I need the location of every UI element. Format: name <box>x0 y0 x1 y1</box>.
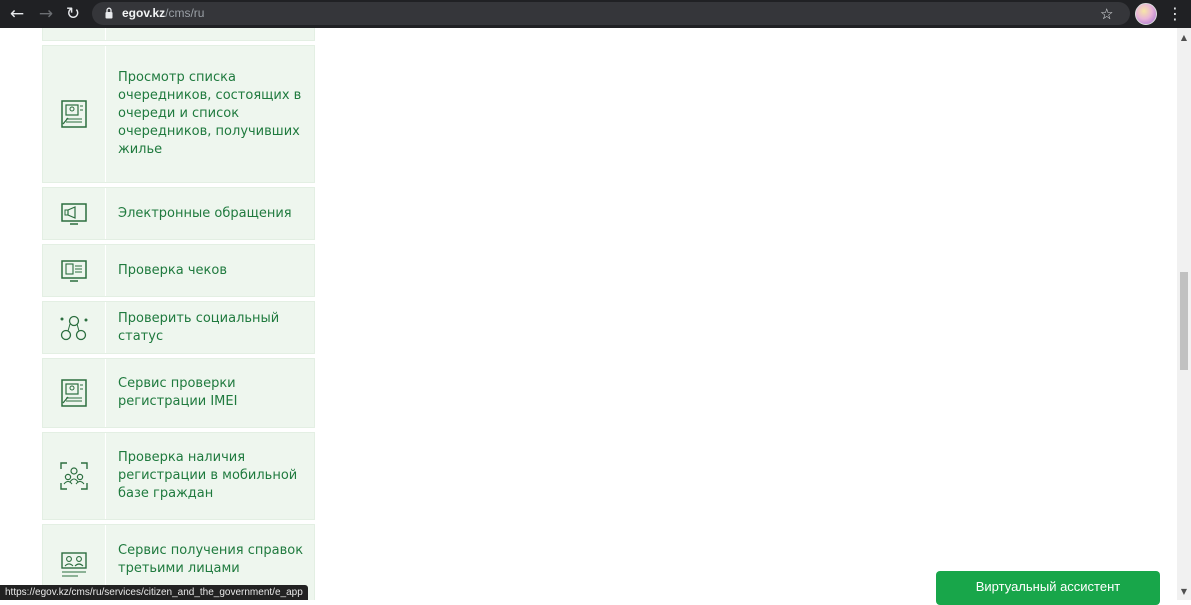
scrollbar-thumb[interactable] <box>1180 272 1188 370</box>
url-text: egov.kz/cms/ru <box>122 5 204 22</box>
service-label[interactable]: Электронные обращения <box>118 188 306 239</box>
people-board-icon <box>61 552 87 577</box>
service-icon-cell <box>43 359 106 427</box>
megaphone-monitor-icon <box>61 202 87 225</box>
service-label[interactable]: Проверка чеков <box>118 245 306 296</box>
service-icon-cell <box>43 46 106 182</box>
receipt-monitor-icon <box>61 259 87 282</box>
service-icon-cell <box>43 245 106 296</box>
vertical-scrollbar[interactable]: ▲ ▼ <box>1177 28 1191 600</box>
service-card[interactable]: Просмотр списка очередников, состоящих в… <box>42 45 315 183</box>
service-icon-cell <box>43 28 106 40</box>
lock-icon <box>105 7 113 19</box>
document-list-icon <box>61 379 87 407</box>
scroll-up-arrow-icon[interactable]: ▲ <box>1177 30 1191 44</box>
status-bar-url: https://egov.kz/cms/ru/services/citizen_… <box>0 585 308 600</box>
service-label[interactable]: Проверка наличия регистрации в мобильной… <box>118 433 306 519</box>
forward-arrow-icon[interactable]: → <box>35 3 57 25</box>
service-card[interactable]: Проверка наличия регистрации в мобильной… <box>42 432 315 520</box>
browser-toolbar: ← → ↻ egov.kz/cms/ru ☆ ⋮ <box>0 0 1191 28</box>
profile-avatar[interactable] <box>1135 3 1157 25</box>
service-card[interactable]: Сервис проверки регистрации IMEI <box>42 358 315 428</box>
service-label[interactable]: Сервис проверки регистрации IMEI <box>118 359 306 427</box>
reload-icon[interactable]: ↻ <box>62 3 84 25</box>
address-bar[interactable]: egov.kz/cms/ru <box>92 2 1130 25</box>
service-label[interactable]: Просмотр списка очередников, состоящих в… <box>118 46 306 182</box>
url-path: /cms/ru <box>165 6 205 20</box>
scroll-down-arrow-icon[interactable]: ▼ <box>1177 584 1191 598</box>
service-card[interactable]: Электронные обращения <box>42 187 315 240</box>
url-host: egov.kz <box>122 6 166 20</box>
people-focus-icon <box>60 462 88 490</box>
service-card[interactable]: Проверить социальный статус <box>42 301 315 354</box>
back-arrow-icon[interactable]: ← <box>6 3 28 25</box>
menu-kebab-icon[interactable]: ⋮ <box>1167 3 1183 25</box>
service-icon-cell <box>43 302 106 353</box>
page-content: Просмотр списка очередников, состоящих в… <box>0 28 1177 600</box>
service-icon-cell <box>43 433 106 519</box>
service-card-partial[interactable] <box>42 28 315 41</box>
service-icon-cell <box>43 188 106 239</box>
service-label[interactable]: Проверить социальный статус <box>118 302 306 353</box>
social-network-icon <box>60 315 88 340</box>
bookmark-star-icon[interactable]: ☆ <box>1100 3 1113 25</box>
service-card[interactable]: Проверка чеков <box>42 244 315 297</box>
document-list-icon <box>61 100 87 128</box>
